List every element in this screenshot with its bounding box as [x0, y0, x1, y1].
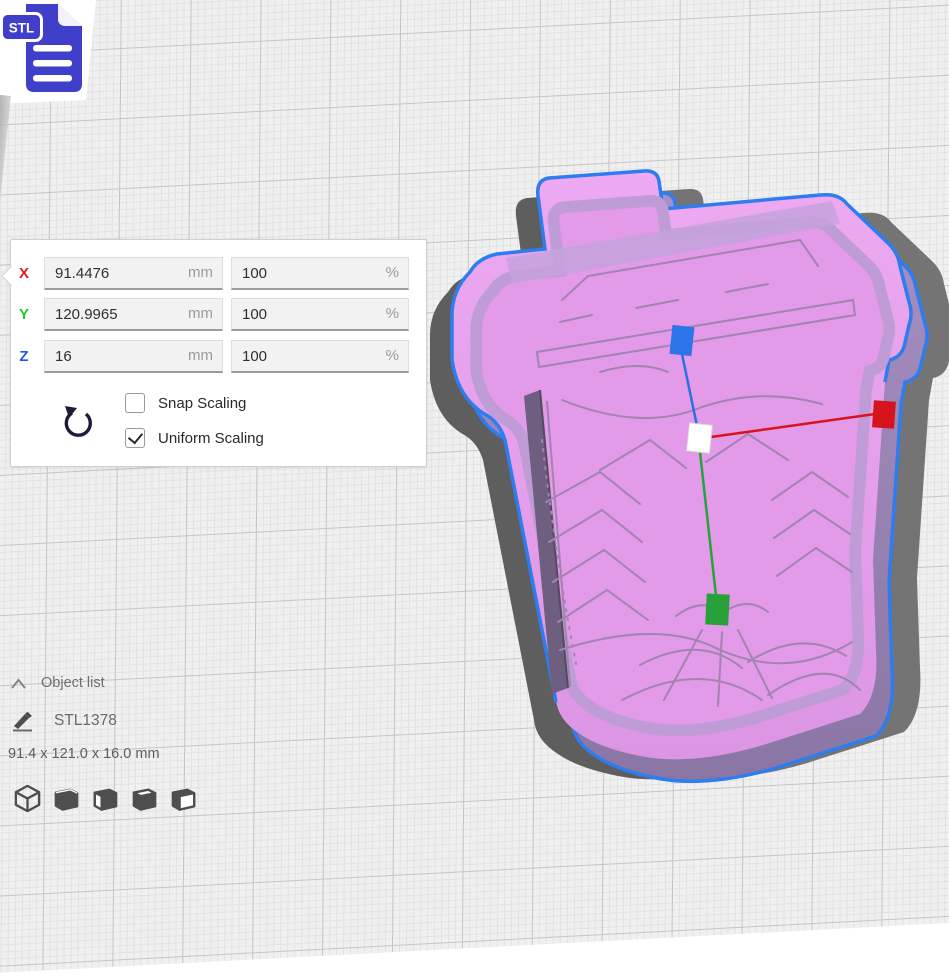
object-name: STL1378	[54, 712, 117, 730]
stl-badge-label: STL	[9, 21, 35, 36]
scale-y-mm-input[interactable]	[44, 298, 223, 331]
view-left-icon	[129, 783, 160, 814]
scale-z-mm-input[interactable]	[44, 340, 223, 373]
view-front-icon	[51, 783, 82, 814]
model-coffee-cup-mold[interactable]	[452, 171, 911, 759]
view-top-button[interactable]	[90, 783, 121, 814]
view-right-icon	[168, 783, 199, 814]
reset-scale-button[interactable]	[61, 404, 95, 440]
scale-x-percent-input[interactable]	[231, 257, 409, 290]
uniform-scaling-checkbox[interactable]	[125, 428, 145, 448]
object-list-label: Object list	[41, 675, 105, 691]
camera-view-toolbar	[12, 783, 199, 814]
chevron-up-icon	[10, 677, 27, 690]
scale-row-y: Y mm %	[11, 298, 409, 331]
view-left-button[interactable]	[129, 783, 160, 814]
model-dimensions-readout: 91.4 x 121.0 x 16.0 mm	[8, 746, 160, 762]
object-list-item[interactable]: STL1378	[12, 710, 117, 732]
snap-scaling-label: Snap Scaling	[158, 395, 246, 412]
axis-label-z: Z	[11, 348, 37, 365]
gizmo-handle-center[interactable]	[687, 423, 713, 453]
gizmo-handle-x-red[interactable]	[872, 400, 896, 428]
view-right-button[interactable]	[168, 783, 199, 814]
scale-tool-panel: X mm % Y mm % Z mm %	[10, 239, 427, 467]
gizmo-handle-y-green[interactable]	[705, 593, 730, 625]
stl-file-icon: STL	[0, 0, 92, 98]
scale-z-percent-input[interactable]	[231, 340, 409, 373]
scale-x-mm-input[interactable]	[44, 257, 223, 290]
axis-label-x: X	[11, 265, 37, 282]
view-front-button[interactable]	[51, 783, 82, 814]
reset-rotate-ccw-icon	[61, 404, 95, 440]
pencil-edit-icon	[12, 710, 34, 732]
scale-row-x: X mm %	[11, 257, 409, 290]
snap-scaling-checkbox[interactable]	[125, 393, 145, 413]
view-3d-button[interactable]	[12, 783, 43, 814]
scale-y-percent-input[interactable]	[231, 298, 409, 331]
view-3d-icon	[12, 783, 43, 814]
scale-row-z: Z mm %	[11, 340, 409, 373]
axis-label-y: Y	[11, 306, 37, 323]
view-top-icon	[90, 783, 121, 814]
object-list-toggle[interactable]: Object list	[10, 675, 105, 691]
gizmo-handle-z-blue[interactable]	[669, 325, 694, 356]
uniform-scaling-label: Uniform Scaling	[158, 430, 264, 447]
